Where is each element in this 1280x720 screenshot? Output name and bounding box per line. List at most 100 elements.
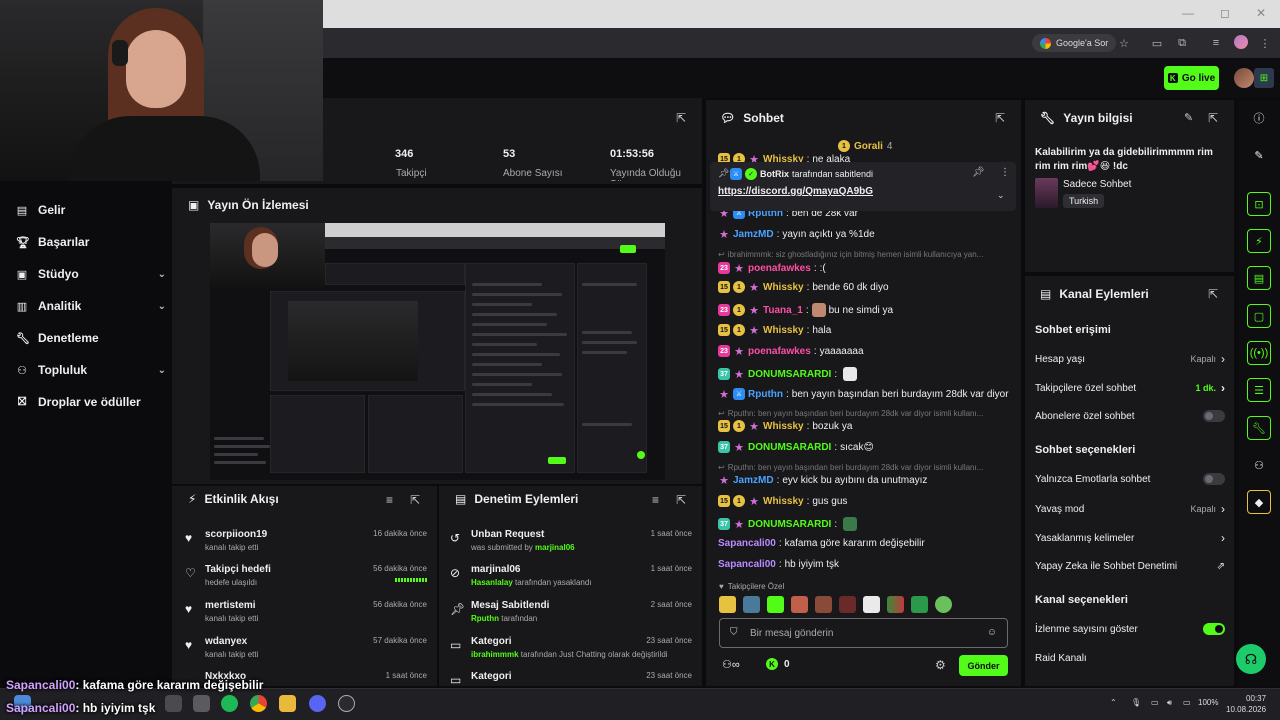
star-badge-icon[interactable]: ★ <box>733 345 745 358</box>
setting-show-viewers[interactable]: İzlenme sayısını göster <box>1035 623 1225 635</box>
minimize-icon[interactable]: — <box>1182 6 1194 20</box>
popout-icon[interactable]: ⇱ <box>1208 111 1218 125</box>
emote[interactable] <box>843 367 858 381</box>
top-gifter[interactable]: 1 Gorali 4 <box>838 140 892 152</box>
chat-username[interactable]: Sapancali00 <box>718 559 776 570</box>
star-badge-icon[interactable]: ★ <box>748 304 760 317</box>
chat-message[interactable]: ★ JamzMD: yayın açıktı ya %1de <box>718 228 1018 241</box>
emote[interactable] <box>887 596 904 613</box>
teal-badge-icon[interactable]: 37 <box>718 441 730 453</box>
chat-message[interactable]: 23 ★ poenafawkes: yaaaaaaa <box>718 345 1018 358</box>
teal-badge-icon[interactable]: 37 <box>718 518 730 530</box>
chat-username[interactable]: Tuana_1 <box>763 305 803 316</box>
stream-preview-video[interactable] <box>210 223 665 480</box>
emote[interactable] <box>791 596 808 613</box>
pink-badge-icon[interactable]: 23 <box>718 304 730 316</box>
chat-username[interactable]: Whissky <box>763 325 804 336</box>
edit-pencil-icon[interactable]: ✎ <box>1247 143 1271 167</box>
info-icon[interactable]: ⓘ <box>1247 106 1271 130</box>
setting-account-age[interactable]: Hesap yaşı Kapalı › <box>1035 352 1225 366</box>
creator-badge-icon[interactable]: ⊞ <box>1254 68 1274 88</box>
chat-username[interactable]: DONUMSARARDI <box>748 519 831 530</box>
broadcast-icon[interactable]: ((•)) <box>1247 341 1271 365</box>
chat-message[interactable]: 15 1 ★ Whissky: bende 60 dk diyo <box>718 281 1018 294</box>
star-badge-icon[interactable]: ★ <box>718 228 730 241</box>
emote[interactable] <box>815 596 832 613</box>
sub-badge-icon[interactable]: 15 <box>718 495 730 507</box>
obs-icon[interactable] <box>338 695 355 712</box>
category-thumbnail[interactable] <box>1035 178 1058 208</box>
emote[interactable] <box>767 596 784 613</box>
discord-icon[interactable] <box>309 695 326 712</box>
setting-ai-moderation[interactable]: Yapay Zeka ile Sohbet Denetimi ⇗ <box>1035 561 1225 572</box>
chat-username[interactable]: Rputhn <box>748 389 783 400</box>
chat-reply-context[interactable]: ↩ Rputhn: ben yayın başından beri burdayı… <box>718 463 1018 472</box>
browser-profile-avatar[interactable] <box>1234 35 1248 49</box>
setting-banned-words[interactable]: Yasaklanmış kelimeler › <box>1035 531 1225 545</box>
community-icon[interactable]: ⚇ <box>1247 453 1271 477</box>
restore-icon[interactable]: ◻ <box>1220 6 1230 20</box>
chat-message[interactable]: 23 1 ★ Tuana_1: bu ne simdi ya <box>718 303 1018 317</box>
taskbar-app-icon[interactable] <box>165 695 182 712</box>
chat-message[interactable]: 37 ★ DONUMSARARDI: sıcak😊 <box>718 441 1018 454</box>
emote[interactable] <box>743 596 760 613</box>
star-badge-icon[interactable]: ★ <box>733 262 745 275</box>
sidebar-item-analitik[interactable]: ▥ Analitik ⌄ <box>16 295 166 317</box>
edit-pencil-icon[interactable]: ✎ <box>1184 111 1193 124</box>
popout-icon[interactable]: ⇱ <box>995 111 1005 125</box>
chat-username[interactable]: DONUMSARARDI <box>748 369 831 380</box>
lightning-icon[interactable]: ⚡︎ <box>1247 229 1271 253</box>
sidebar-item-gelir[interactable]: ▤ Gelir <box>16 199 166 221</box>
chat-username[interactable]: Whissky <box>763 496 804 507</box>
battery-icon[interactable]: ▭ <box>1183 698 1191 707</box>
toggle-switch[interactable] <box>1203 623 1225 635</box>
toggle-switch[interactable] <box>1203 410 1225 422</box>
document-icon[interactable]: ▤ <box>1247 266 1271 290</box>
chat-reply-context[interactable]: ↩ Rputhn: ben yayın başından beri burdayı… <box>718 409 1018 418</box>
popout-icon[interactable]: ⇱ <box>676 493 686 507</box>
filter-icon[interactable]: ≡ <box>386 493 393 507</box>
emote[interactable] <box>719 596 736 613</box>
emoji-icon[interactable]: ☺ <box>987 627 997 638</box>
focus-icon[interactable]: ⊡ <box>1247 192 1271 216</box>
chat-bubble-icon[interactable]: ▢ <box>1247 304 1271 328</box>
setting-raid-channel[interactable]: Raid Kanalı <box>1035 653 1225 664</box>
gift-badge-icon[interactable]: 1 <box>733 495 745 507</box>
stats-icon[interactable]: ☰ <box>1247 378 1271 402</box>
chat-username[interactable]: Sapancali00 <box>718 538 776 549</box>
taskbar-app-icon[interactable] <box>193 695 210 712</box>
chat-message[interactable]: 37 ★ DONUMSARARDI: <box>718 367 1018 381</box>
volume-icon[interactable]: 🔊︎ <box>1167 698 1172 708</box>
mic-icon[interactable]: 🎙︎ <box>1131 698 1141 707</box>
chat-username[interactable]: DONUMSARARDI <box>748 442 831 453</box>
spotify-icon[interactable] <box>221 695 238 712</box>
network-icon[interactable]: ▭ <box>1151 698 1159 707</box>
community-infinite-icon[interactable]: ⚇∞ <box>722 658 740 671</box>
gift-badge-icon[interactable]: 1 <box>733 304 745 316</box>
setting-emote-only[interactable]: Yalnızca Emotlarla sohbet <box>1035 473 1225 485</box>
chrome-icon[interactable] <box>250 695 267 712</box>
chat-input[interactable]: ⛉ Bir mesaj gönderin ☺ <box>719 618 1008 648</box>
gift-icon[interactable]: ◆ <box>1247 490 1271 514</box>
google-ask-button[interactable]: Google'a Sor <box>1032 34 1117 52</box>
sidebar-item-denetleme[interactable]: 🔧︎ Denetleme <box>16 327 166 349</box>
chat-username[interactable]: poenafawkes <box>748 263 811 274</box>
teal-badge-icon[interactable]: 37 <box>718 368 730 380</box>
pinned-message[interactable]: 📌︎ ⚔ ✓ BotRix tarafından sabitlendi 📌︎ ⋮… <box>710 162 1016 211</box>
settings-gear-icon[interactable]: ⚙ <box>935 658 946 672</box>
sub-badge-icon[interactable]: 15 <box>718 420 730 432</box>
chat-username[interactable]: JamzMD <box>733 475 774 486</box>
sidebar-item-droplar[interactable]: ⛝ Droplar ve ödüller <box>16 391 166 413</box>
chat-message[interactable]: ★ ⚔ Rputhn: ben yayın başından beri burdayı… <box>718 388 1018 401</box>
star-badge-icon[interactable]: ★ <box>733 518 745 531</box>
star-badge-icon[interactable]: ★ <box>733 368 745 381</box>
emote[interactable] <box>935 596 952 613</box>
star-badge-icon[interactable]: ★ <box>718 474 730 487</box>
chat-message[interactable]: 37 ★ DONUMSARARDI: <box>718 517 1018 531</box>
chevron-down-icon[interactable]: ⌄ <box>997 190 1005 201</box>
chat-message[interactable]: ★ JamzMD: eyv kick bu ayıbını da unutmayız <box>718 474 1018 487</box>
emote[interactable] <box>839 596 856 613</box>
popout-icon[interactable]: ⇱ <box>676 111 686 125</box>
sidebar-item-basarilar[interactable]: 🏆︎ Başarılar <box>16 231 166 253</box>
star-badge-icon[interactable]: ★ <box>748 420 760 433</box>
